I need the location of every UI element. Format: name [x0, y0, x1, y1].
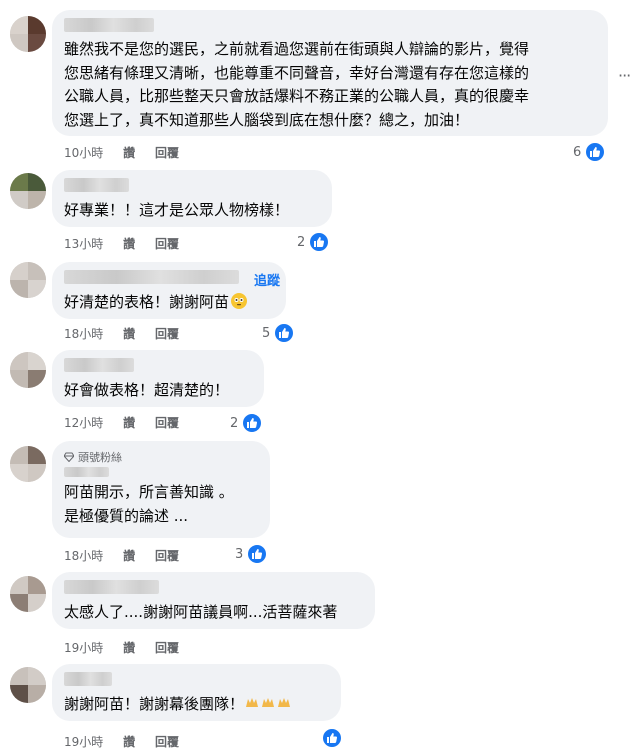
like-button[interactable]: 讚	[123, 237, 135, 251]
comment-time[interactable]: 12小時	[64, 416, 103, 430]
comment-time[interactable]: 18小時	[64, 549, 103, 563]
reaction-icon[interactable]	[318, 727, 343, 749]
like-button[interactable]: 讚	[123, 146, 135, 160]
reply-button[interactable]: 回覆	[155, 735, 179, 749]
comment-bubble: 頭號粉絲 阿苗開示，所言善知識 。 是極優質的論述 ...	[52, 441, 270, 538]
reaction-count-value: 5	[262, 325, 271, 341]
comment-time[interactable]: 10小時	[64, 146, 103, 160]
commenter-name[interactable]	[64, 358, 134, 372]
thumbs-up-icon	[273, 322, 296, 344]
top-fan-badge: 頭號粉絲	[64, 449, 258, 465]
comment-time[interactable]: 18小時	[64, 327, 103, 341]
commenter-name[interactable]	[64, 270, 239, 284]
comment-time[interactable]: 19小時	[64, 641, 103, 655]
comment-meta: 19小時 讚 回覆	[64, 733, 195, 750]
like-button[interactable]: 讚	[123, 416, 135, 430]
comment-meta: 13小時 讚 回覆	[64, 235, 195, 252]
thumbs-up-icon	[308, 231, 331, 253]
comment-meta: 19小時 讚 回覆	[64, 639, 195, 656]
comment-text-content: 謝謝阿苗！謝謝幕後團隊！	[64, 695, 245, 713]
badge-label: 頭號粉絲	[78, 451, 122, 464]
commenter-name[interactable]	[64, 672, 112, 686]
reaction-count[interactable]: 2	[230, 412, 264, 434]
like-button[interactable]: 讚	[123, 549, 135, 563]
thumbs-up-icon	[246, 543, 269, 565]
reaction-count-value: 2	[297, 234, 306, 250]
comment-meta: 18小時 讚 回覆	[64, 547, 195, 564]
reply-button[interactable]: 回覆	[155, 641, 179, 655]
diamond-icon	[64, 452, 74, 462]
comment-text: 雖然我不是您的選民，之前就看過您選前在街頭與人辯論的影片，覺得 您思緒有條理又清…	[64, 40, 530, 129]
reaction-count[interactable]: 3	[235, 543, 269, 565]
reaction-count[interactable]: 6	[573, 141, 607, 163]
like-button[interactable]: 讚	[123, 641, 135, 655]
commenter-name[interactable]	[64, 467, 109, 477]
comment-time[interactable]: 19小時	[64, 735, 103, 749]
like-button[interactable]: 讚	[123, 327, 135, 341]
raised-hands-emoji	[244, 694, 292, 718]
reaction-count-value: 3	[235, 546, 244, 562]
reply-button[interactable]: 回覆	[155, 549, 179, 563]
reply-button[interactable]: 回覆	[155, 327, 179, 341]
flushed-face-emoji	[231, 293, 248, 309]
avatar[interactable]	[10, 667, 46, 703]
reply-button[interactable]: 回覆	[155, 416, 179, 430]
comment-time[interactable]: 13小時	[64, 237, 103, 251]
comment-text: 好會做表格！超清楚的！	[64, 381, 230, 399]
reply-button[interactable]: 回覆	[155, 237, 179, 251]
comment-bubble: 謝謝阿苗！謝謝幕後團隊！	[52, 664, 341, 721]
avatar[interactable]	[10, 173, 46, 209]
comment-text: 謝謝阿苗！謝謝幕後團隊！	[64, 692, 329, 718]
thumbs-up-icon	[584, 141, 607, 163]
reaction-count-value: 6	[573, 144, 582, 160]
reaction-count[interactable]: 2	[297, 231, 331, 253]
avatar[interactable]	[10, 16, 46, 52]
comment-bubble: 好清楚的表格！謝謝阿苗	[52, 262, 286, 319]
thumbs-up-icon	[241, 412, 264, 434]
comment-text: 好清楚的表格！謝謝阿苗	[64, 290, 274, 314]
reply-button[interactable]: 回覆	[155, 146, 179, 160]
avatar[interactable]	[10, 262, 46, 298]
comment-meta: 10小時 讚 回覆	[64, 144, 195, 161]
avatar[interactable]	[10, 446, 46, 482]
commenter-name[interactable]	[64, 18, 154, 32]
comment-bubble: 好專業！！這才是公眾人物榜樣！	[52, 170, 332, 227]
commenter-name[interactable]	[64, 580, 159, 594]
comment-meta: 18小時 讚 回覆	[64, 325, 195, 342]
comment-text: 好專業！！這才是公眾人物榜樣！	[64, 201, 290, 219]
comment-bubble: 太感人了....謝謝阿苗議員啊...活菩薩來著	[52, 572, 375, 629]
comment-meta: 12小時 讚 回覆	[64, 414, 195, 431]
commenter-name[interactable]	[64, 178, 129, 192]
comment-text: 阿苗開示，所言善知識 。 是極優質的論述 ...	[64, 483, 234, 525]
reaction-count[interactable]: 5	[262, 322, 296, 344]
comment-text: 太感人了....謝謝阿苗議員啊...活菩薩來著	[64, 603, 338, 621]
reaction-count-value: 2	[230, 415, 239, 431]
avatar[interactable]	[10, 352, 46, 388]
avatar[interactable]	[10, 576, 46, 612]
comment-bubble: 雖然我不是您的選民，之前就看過您選前在街頭與人辯論的影片，覺得 您思緒有條理又清…	[52, 10, 608, 136]
thumbs-up-icon	[321, 727, 343, 749]
comment-bubble: 好會做表格！超清楚的！	[52, 350, 264, 407]
follow-button[interactable]: 追蹤	[254, 270, 280, 289]
comment-text-content: 好清楚的表格！謝謝阿苗	[64, 293, 230, 311]
more-options-icon[interactable]: ···	[618, 66, 631, 85]
like-button[interactable]: 讚	[123, 735, 135, 749]
